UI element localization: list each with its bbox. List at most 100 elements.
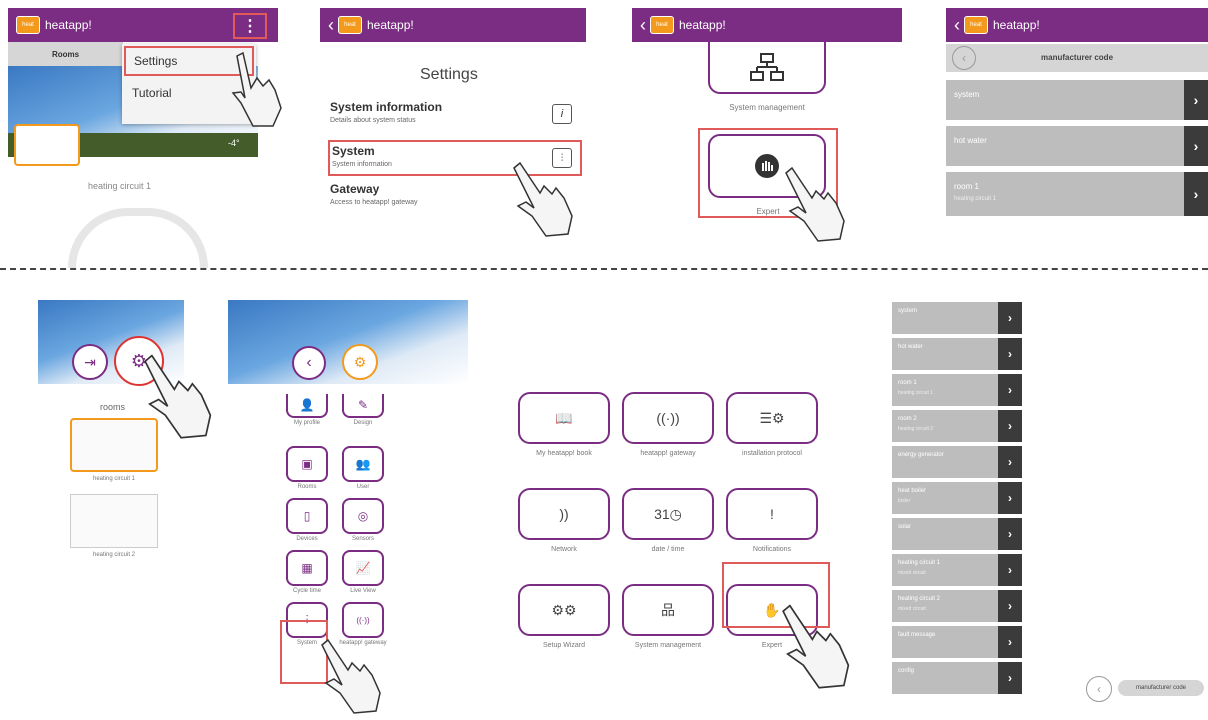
chevron-right-icon[interactable]: › bbox=[1184, 126, 1208, 166]
temperature-dial[interactable] bbox=[68, 208, 208, 268]
gear-icon: ⚙ bbox=[353, 353, 367, 370]
settings-item-system-information[interactable]: System information Details about system … bbox=[330, 100, 580, 134]
list-item[interactable]: solar › bbox=[892, 518, 1022, 550]
menu-item-design[interactable]: ✎ bbox=[342, 394, 384, 418]
heatapp-logo-icon: heat bbox=[650, 16, 674, 34]
tile-caption: System management bbox=[634, 642, 702, 649]
row-label: solar bbox=[898, 524, 912, 530]
back-arrow-icon[interactable]: ‹ bbox=[328, 16, 334, 34]
list-item[interactable]: heating circuit 1 mixed circuit › bbox=[892, 554, 1022, 586]
tile-date-time[interactable]: 31◷ bbox=[622, 488, 714, 540]
back-circle-icon[interactable]: ‹ bbox=[952, 46, 976, 70]
app-title: heatapp! bbox=[993, 18, 1040, 32]
back-circle-button[interactable]: ‹ bbox=[292, 346, 326, 380]
room-card-label: heating circuit 2 bbox=[92, 552, 136, 558]
chevron-right-icon[interactable]: › bbox=[998, 338, 1022, 370]
pointing-hand-icon bbox=[231, 51, 282, 127]
tile-caption: System management bbox=[729, 103, 805, 112]
list-item[interactable]: room 1 heating circuit 1 › bbox=[892, 374, 1022, 406]
row-label: room 1 bbox=[898, 380, 917, 386]
manufacturer-code-button[interactable]: manufacturer code bbox=[1118, 680, 1204, 696]
tile-system-management[interactable] bbox=[708, 42, 826, 94]
menu-item-user[interactable]: 👥 bbox=[342, 446, 384, 482]
tab-rooms[interactable]: Rooms bbox=[8, 42, 123, 66]
room-thumbnail[interactable] bbox=[14, 124, 80, 166]
chevron-right-icon[interactable]: › bbox=[998, 410, 1022, 442]
chevron-right-icon[interactable]: › bbox=[998, 518, 1022, 550]
protocol-icon: ☰⚙ bbox=[759, 409, 785, 426]
panel-system-expert: ‹ heat heatapp! System management Expert bbox=[632, 8, 902, 242]
chevron-right-icon[interactable]: › bbox=[998, 482, 1022, 514]
row-sublabel: heating circuit 1 bbox=[954, 196, 997, 202]
row-label: heat boiler bbox=[898, 488, 927, 494]
overflow-menu-button[interactable]: ⋮ bbox=[233, 13, 267, 39]
menu-item-label: User bbox=[356, 484, 370, 490]
menu-item-cycle-time[interactable]: ▦ bbox=[286, 550, 328, 586]
pointing-hand-icon bbox=[321, 638, 381, 714]
tile-system-management[interactable]: 品 bbox=[622, 584, 714, 636]
list-item[interactable]: hot water › bbox=[946, 126, 1208, 166]
list-item[interactable]: room 2 heating circuit 2 › bbox=[892, 410, 1022, 442]
tile-my-heatapp-book[interactable]: 📖 bbox=[518, 392, 610, 444]
chevron-right-icon[interactable]: › bbox=[1184, 172, 1208, 216]
menu-item-live-view[interactable]: 📈 bbox=[342, 550, 384, 586]
menu-item-my-profile[interactable]: 👤 bbox=[286, 394, 328, 418]
gear-circle-button[interactable]: ⚙ bbox=[342, 344, 378, 380]
tile-caption: Notifications bbox=[752, 546, 792, 553]
network-icon bbox=[750, 53, 784, 81]
chevron-right-icon[interactable]: › bbox=[998, 662, 1022, 694]
list-item[interactable]: hot water › bbox=[892, 338, 1022, 370]
header-label: manufacturer code bbox=[1041, 53, 1114, 62]
list-item[interactable]: heat boiler boiler › bbox=[892, 482, 1022, 514]
users-icon: 👥 bbox=[355, 457, 371, 471]
tile-network[interactable]: )) bbox=[518, 488, 610, 540]
list-item[interactable]: fault message › bbox=[892, 626, 1022, 658]
row-label: system bbox=[898, 308, 918, 314]
chevron-right-icon[interactable]: › bbox=[998, 374, 1022, 406]
row-label: hot water bbox=[954, 136, 987, 145]
pointing-hand-icon bbox=[782, 604, 850, 689]
back-arrow-icon[interactable]: ‹ bbox=[640, 16, 646, 34]
wifi-icon: )) bbox=[559, 506, 569, 522]
tile-installation-protocol[interactable]: ☰⚙ bbox=[726, 392, 818, 444]
chevron-right-icon[interactable]: › bbox=[998, 590, 1022, 622]
design-icon: ✎ bbox=[357, 398, 369, 412]
tile-notifications[interactable]: ! bbox=[726, 488, 818, 540]
profile-icon: 👤 bbox=[299, 398, 315, 412]
chevron-right-icon[interactable]: › bbox=[1184, 80, 1208, 120]
item-desc: Details about system status bbox=[330, 117, 416, 124]
list-item[interactable]: config › bbox=[892, 662, 1022, 694]
list-item[interactable]: system › bbox=[946, 80, 1208, 120]
chevron-right-icon[interactable]: › bbox=[998, 626, 1022, 658]
item-title: System information bbox=[330, 100, 443, 114]
network-icon: 品 bbox=[661, 602, 675, 618]
section-divider bbox=[0, 268, 1208, 270]
row-sublabel: boiler bbox=[898, 498, 911, 504]
list-item[interactable]: energy generator › bbox=[892, 446, 1022, 478]
list-item[interactable]: room 1 heating circuit 1 › bbox=[946, 172, 1208, 216]
exit-button[interactable]: ⇥ bbox=[72, 344, 108, 380]
back-circle-icon[interactable]: ‹ bbox=[1086, 676, 1112, 702]
menu-item-rooms[interactable]: ▣ bbox=[286, 446, 328, 482]
menu-item-sensors[interactable]: ◎ bbox=[342, 498, 384, 534]
rooms-icon: ▣ bbox=[301, 457, 313, 471]
menu-item-label: Live View bbox=[350, 588, 376, 594]
panel-settings: ‹ heat heatapp! Settings System informat… bbox=[320, 8, 586, 238]
device-icon: ▯ bbox=[303, 509, 311, 523]
tile-setup-wizard[interactable]: ⚙⚙ bbox=[518, 584, 610, 636]
cycle-icon: ▦ bbox=[301, 561, 313, 575]
menu-item-devices[interactable]: ▯ bbox=[286, 498, 328, 534]
row-sublabel: heating circuit 1 bbox=[898, 390, 934, 396]
tile-heatapp-gateway[interactable]: ((·)) bbox=[622, 392, 714, 444]
chevron-right-icon[interactable]: › bbox=[998, 446, 1022, 478]
list-item[interactable]: system › bbox=[892, 302, 1022, 334]
back-arrow-icon[interactable]: ‹ bbox=[954, 16, 960, 34]
app-bar: ‹ heat heatapp! bbox=[632, 8, 902, 42]
chevron-right-icon[interactable]: › bbox=[998, 554, 1022, 586]
list-item[interactable]: heating circuit 2 mixed circuit › bbox=[892, 590, 1022, 622]
menu-item-label: My profile bbox=[293, 420, 320, 426]
calendar-clock-icon: 31◷ bbox=[654, 505, 682, 522]
chevron-right-icon[interactable]: › bbox=[998, 302, 1022, 334]
row-label: room 1 bbox=[954, 182, 979, 191]
room-card[interactable] bbox=[70, 494, 158, 548]
